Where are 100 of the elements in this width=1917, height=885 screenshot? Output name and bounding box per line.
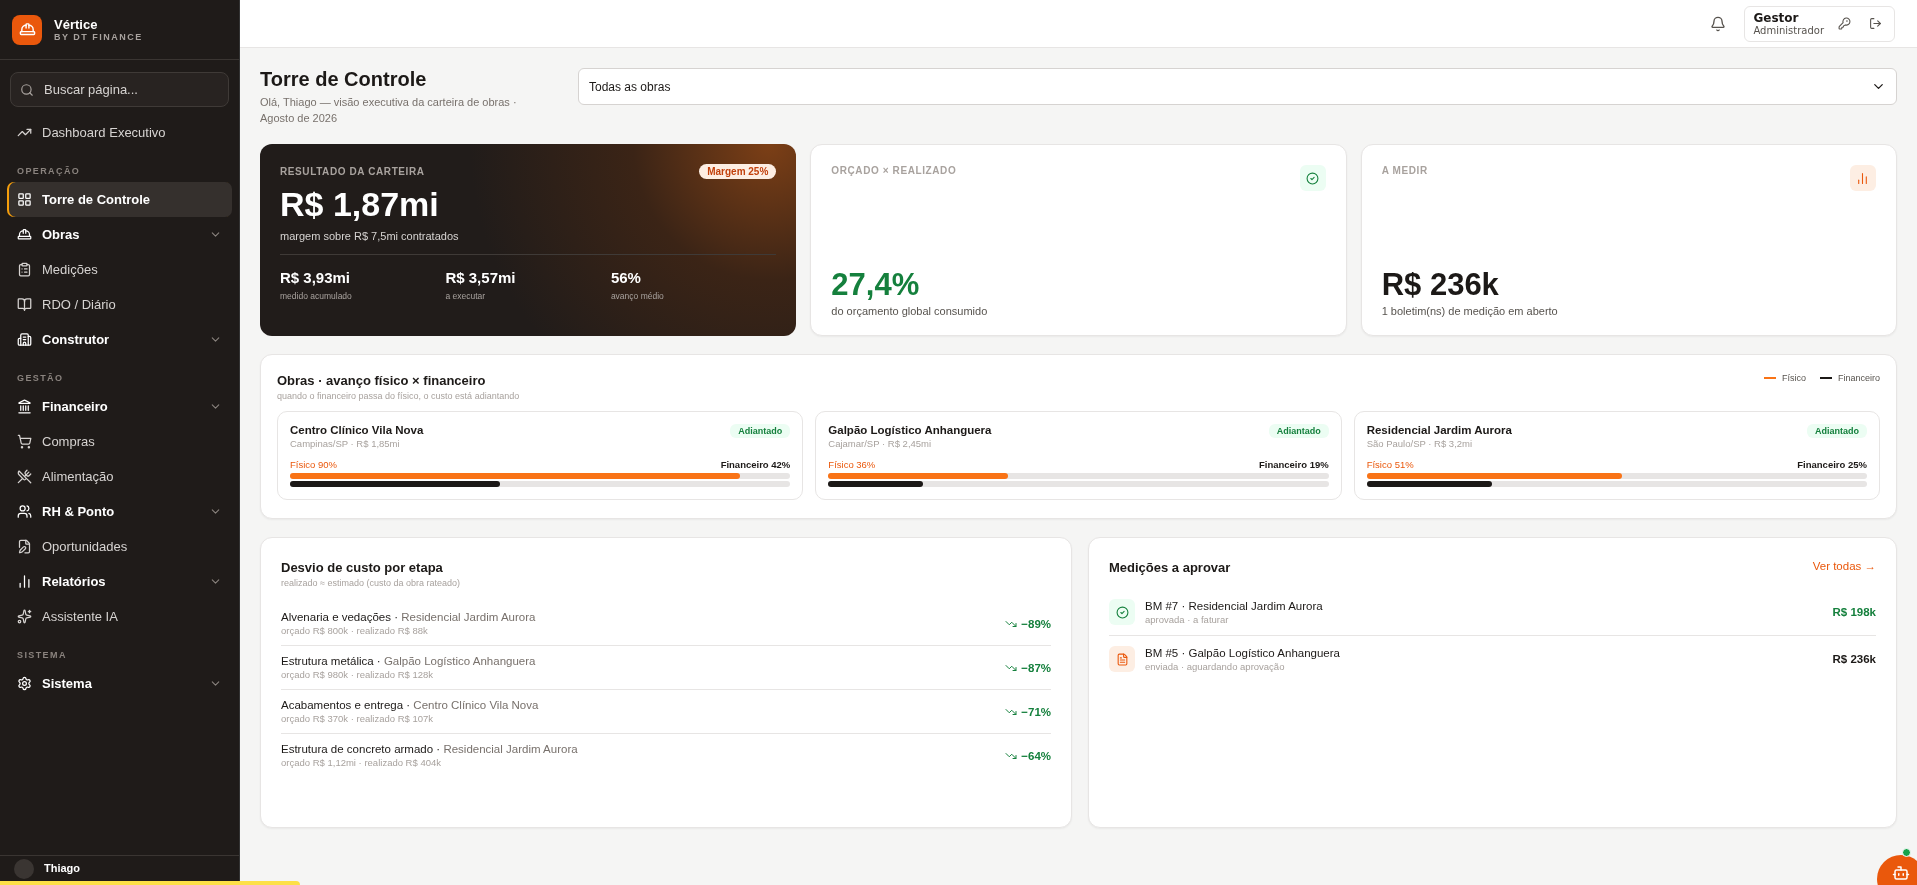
deviation-value: −71% [1021, 705, 1051, 718]
stage-title: Acabamentos e entrega · Centro Clínico Vila Nova [281, 699, 539, 711]
grid-icon [17, 192, 32, 207]
panel-title: Desvio de custo por etapa [281, 560, 444, 575]
margin-badge: Margem 25% [699, 164, 777, 179]
approval-row[interactable]: BM #5 · Galpão Logístico Anhanguera enviada · aguardando aprovação R$ 236k [1109, 636, 1876, 682]
status-badge: Adiantado [1268, 424, 1329, 438]
project-name: Galpão Logístico Anhanguera [828, 424, 992, 436]
nav-item[interactable]: Financeiro [7, 389, 232, 424]
project-meta: Cajamar/SP · R$ 2,45mi [828, 438, 933, 449]
physical-label: Físico 51% [1366, 459, 1414, 470]
nav-item[interactable]: Obras [7, 217, 232, 252]
search-icon [20, 82, 34, 97]
nav-item[interactable]: Construtor [7, 322, 232, 357]
card-label: A MEDIR [1381, 165, 1428, 176]
stage-title: Alvenaria e vedações · Residencial Jardim Aurora [281, 611, 536, 623]
approval-value: R$ 236k [1832, 653, 1876, 665]
cart-icon [17, 434, 32, 449]
nav-item[interactable]: RDO / Diário [7, 287, 232, 322]
status-badge: Adiantado [1807, 424, 1867, 438]
nav-item[interactable]: Sistema [7, 666, 232, 701]
bank-icon [17, 399, 32, 414]
book-icon [17, 297, 32, 312]
card-label: RESULTADO DA CARTEIRA [280, 166, 425, 177]
nav-section-heading: GESTÃO [16, 372, 65, 385]
user-name: Gestor [1753, 11, 1800, 25]
search-box[interactable]: Buscar página... [10, 72, 229, 107]
legend-label: Físico [1781, 373, 1806, 383]
legend-label: Financeiro [1837, 373, 1880, 383]
project-filter-select[interactable]: Todas as obras [578, 68, 1897, 105]
approval-row[interactable]: BM #7 · Residencial Jardim Aurora aprovada · a faturar R$ 198k [1109, 589, 1876, 636]
page-subtitle: Olá, Thiago — visão executiva da carteira de obras · Agosto de 2026 [260, 95, 518, 126]
kpi-value: 27,4% [831, 267, 921, 303]
card-label: ORÇADO × REALIZADO [831, 165, 957, 176]
online-dot [1902, 848, 1911, 857]
kpi-caption: do orçamento global consumido [831, 305, 989, 317]
user-role: Administrador [1753, 25, 1824, 36]
file-edit-icon [17, 539, 32, 554]
project-name: Residencial Jardim Aurora [1366, 424, 1512, 436]
settings-icon [17, 676, 32, 691]
logo-icon [12, 14, 42, 45]
panel-subtitle: quando o financeiro passa do físico, o custo está adiantando [277, 391, 520, 401]
stage-title: Estrutura metálica · Galpão Logístico Anhanguera [281, 655, 536, 667]
stage-detail: orçado R$ 980k · realizado R$ 128k [281, 669, 435, 680]
brand-name: Vértice [54, 17, 99, 32]
financial-label: Financeiro 19% [1258, 459, 1329, 470]
building-icon [17, 332, 32, 347]
robot-icon [1892, 863, 1910, 882]
financial-label: Financeiro 42% [720, 459, 791, 470]
brand-tagline: BY DT FINANCE [54, 32, 143, 42]
approval-detail: enviada · aguardando aprovação [1145, 660, 1286, 672]
approval-detail: aprovada · a faturar [1145, 613, 1230, 625]
nav-item[interactable]: Dashboard Executivo [7, 115, 232, 150]
user-name: Thiago [44, 862, 81, 875]
nav-item[interactable]: RH & Ponto [7, 494, 232, 529]
document-icon [1109, 646, 1135, 672]
deviation-value: −87% [1021, 661, 1051, 674]
stat-label: avanço médio [610, 291, 665, 301]
sparkles-icon [17, 609, 32, 624]
kpi-caption: 1 boletim(ns) de medição em aberto [1381, 305, 1559, 317]
kpi-value: R$ 236k [1381, 267, 1500, 303]
project-name: Centro Clínico Vila Nova [290, 424, 424, 436]
portfolio-value: R$ 1,87mi [280, 185, 440, 224]
stat-label: a executar [445, 291, 487, 301]
nav-item[interactable]: Relatórios [7, 564, 232, 599]
physical-label: Físico 90% [290, 459, 337, 470]
project-meta: São Paulo/SP · R$ 3,2mi [1366, 438, 1474, 449]
deviation-value: −64% [1021, 749, 1051, 762]
portfolio-caption: margem sobre R$ 7,5mi contratados [280, 230, 777, 255]
nav-item[interactable]: Alimentação [7, 459, 232, 494]
approval-title: BM #5 · Galpão Logístico Anhanguera [1145, 646, 1340, 659]
deviation-value: −89% [1021, 617, 1051, 630]
search-input[interactable]: Buscar página... [42, 81, 192, 98]
nav-item[interactable]: Assistente IA [7, 599, 232, 634]
nav-section-heading: OPERAÇÃO [16, 165, 82, 178]
status-badge: Adiantado [730, 424, 791, 438]
stage-detail: orçado R$ 800k · realizado R$ 88k [281, 625, 429, 636]
stage-detail: orçado R$ 1,12mi · realizado R$ 404k [281, 757, 442, 768]
bar-chart-icon [1850, 165, 1876, 191]
panel-title: Medições a aprovar [1109, 560, 1231, 575]
avatar [14, 858, 34, 879]
nav-item[interactable]: Medições [7, 252, 232, 287]
nav-item[interactable]: Torre de Controle [7, 182, 232, 217]
page-title: Torre de Controle [260, 68, 428, 91]
users-icon [17, 504, 32, 519]
view-all-link[interactable]: Ver todas → [1812, 560, 1876, 572]
stat-value: 56% [610, 269, 642, 286]
nav-item[interactable]: Compras [7, 424, 232, 459]
stage-detail: orçado R$ 370k · realizado R$ 107k [281, 713, 435, 724]
clipboard-icon [17, 262, 32, 277]
stat-value: R$ 3,57mi [445, 269, 517, 286]
panel-subtitle: realizado ≈ estimado (custo da obra rateado) [281, 578, 462, 588]
approval-value: R$ 198k [1832, 606, 1876, 618]
hard-hat-icon [17, 227, 32, 242]
utensils-icon [17, 469, 32, 484]
panel-title: Obras · avanço físico × financeiro [277, 373, 487, 388]
bar-chart-icon [17, 574, 32, 589]
financial-label: Financeiro 25% [1797, 459, 1867, 470]
nav-item[interactable]: Oportunidades [7, 529, 232, 564]
physical-label: Físico 36% [828, 459, 876, 470]
